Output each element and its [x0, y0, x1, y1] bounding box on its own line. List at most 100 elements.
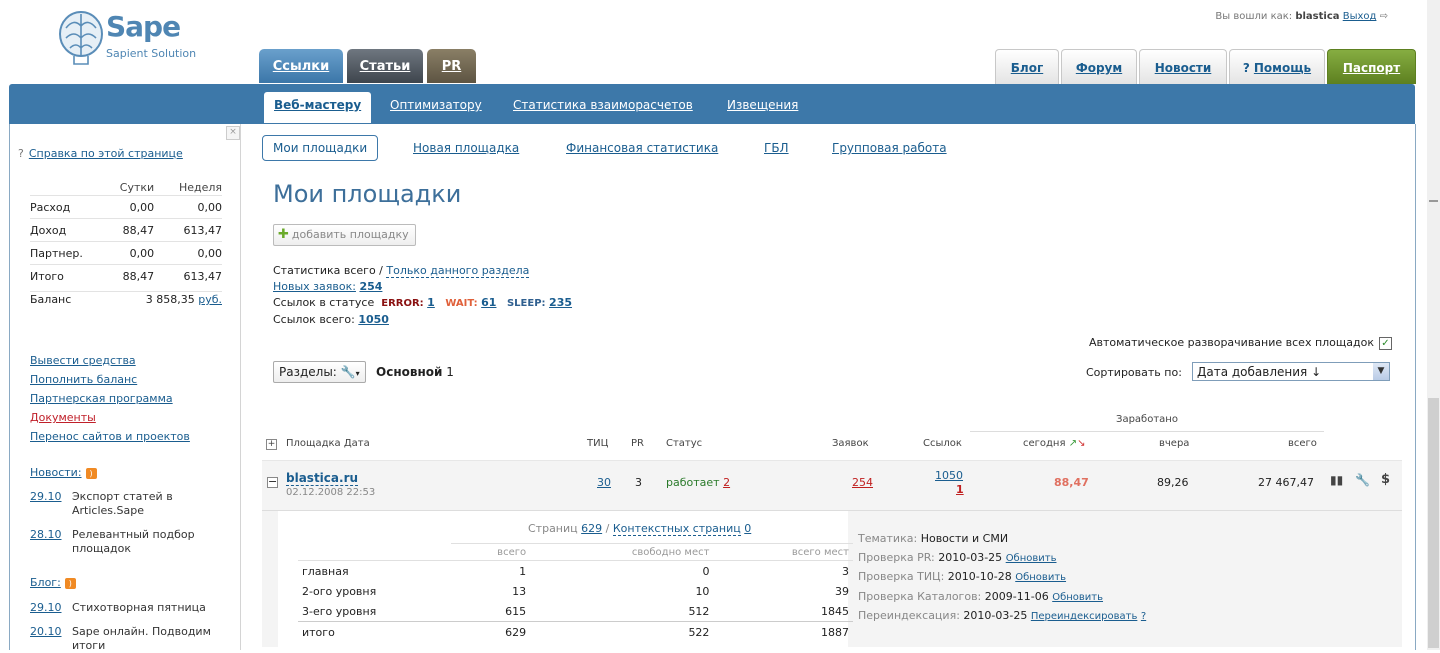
news-title-link[interactable]: Новости: — [30, 466, 82, 479]
col-links[interactable]: Ссылок — [923, 438, 962, 449]
rss-icon[interactable]: ) — [85, 467, 97, 479]
tab-pr[interactable]: PR — [427, 49, 476, 83]
tab-links-label: Ссылки — [272, 59, 330, 74]
pages-summary: Страниц 629 / Контекстных страниц 0 — [528, 522, 752, 536]
sort-label: Сортировать по: — [1086, 366, 1182, 379]
sidebar-collapse-icon[interactable]: × — [226, 126, 240, 140]
wait-count-link[interactable]: 61 — [481, 296, 496, 309]
status-text: работает — [666, 476, 720, 489]
stats-total-label: Статистика всего / — [273, 264, 383, 277]
col-pr[interactable]: PR — [631, 438, 644, 449]
col-status[interactable]: Статус — [666, 438, 702, 449]
subtab-settlements[interactable]: Статистика взаиморасчетов — [513, 98, 693, 112]
error-label: ERROR: — [381, 298, 424, 309]
col-total[interactable]: всего — [1288, 438, 1317, 449]
site-name-link[interactable]: blastica.ru — [286, 471, 359, 486]
wrench-icon[interactable]: 🔧 — [1355, 473, 1370, 487]
dollar-icon[interactable]: $ — [1381, 472, 1390, 487]
reindex-help-link[interactable]: ? — [1141, 611, 1146, 622]
partner-program-link[interactable]: Партнерская программа — [30, 392, 173, 405]
documents-link[interactable]: Документы — [30, 411, 96, 424]
sections-dropdown-button[interactable]: Разделы: 🔧▾ — [273, 361, 366, 383]
rss-icon[interactable]: ) — [64, 577, 76, 589]
withdraw-link[interactable]: Вывести средства — [30, 354, 136, 367]
news-date-link[interactable]: 29.10 — [30, 490, 62, 503]
pages-table: всего свободно мест всего мест главная 1… — [298, 543, 853, 642]
site-tic-link[interactable]: 30 — [597, 476, 611, 489]
scrollbar-thumb[interactable] — [1428, 398, 1439, 648]
balance-stats-table: Сутки Неделя Расход 0,00 0,00 Доход 88,4… — [30, 179, 222, 287]
context-count-link[interactable]: 0 — [744, 522, 751, 535]
tab-financial-stats[interactable]: Финансовая статистика — [566, 141, 718, 155]
stat-row: Партнер. 0,00 0,00 — [30, 241, 222, 265]
stat-label: Партнер. — [30, 241, 100, 265]
site-links-error-link[interactable]: 1 — [956, 483, 964, 496]
auto-expand-checkbox[interactable]: ✓ — [1379, 336, 1392, 350]
error-count-link[interactable]: 1 — [427, 296, 435, 309]
update-tic-link[interactable]: Обновить — [1015, 572, 1066, 583]
stat-week: 613,47 — [154, 264, 222, 287]
tab-news-label: Новости — [1154, 61, 1212, 75]
expand-all-icon[interactable]: + — [266, 439, 277, 450]
links-total-link[interactable]: 1050 — [358, 313, 389, 326]
sort-select[interactable]: Дата добавления ↓ ▼ — [1192, 362, 1390, 381]
col-requests[interactable]: Заявок — [832, 438, 869, 449]
new-requests-value[interactable]: 254 — [359, 280, 382, 293]
balance-value: 3 858,35 — [145, 293, 195, 306]
context-pages-link[interactable]: Контекстных страниц — [612, 522, 741, 536]
table-row-total: итого 629 522 1887 — [298, 621, 853, 642]
subtab-notifications[interactable]: Извещения — [727, 98, 798, 112]
update-catalogs-link[interactable]: Обновить — [1052, 592, 1103, 603]
col-yesterday[interactable]: вчера — [1159, 438, 1189, 449]
new-requests-link[interactable]: Новых заявок: — [273, 280, 356, 293]
table-row: 2-ого уровня 13 10 39 — [298, 581, 853, 601]
site-links-link[interactable]: 1050 — [935, 469, 963, 482]
blog-title-link[interactable]: Блог: — [30, 576, 61, 589]
brain-logo-icon[interactable] — [58, 8, 104, 66]
col-tic[interactable]: ТИЦ — [587, 438, 608, 449]
tab-help[interactable]: ? Помощь — [1229, 49, 1325, 84]
tab-new-site[interactable]: Новая площадка — [413, 141, 519, 155]
news-date-link[interactable]: 28.10 — [30, 528, 62, 541]
stats-section-link[interactable]: Только данного раздела — [386, 264, 530, 278]
collapse-row-icon[interactable]: − — [267, 476, 278, 488]
subtab-webmaster[interactable]: Веб-мастеру — [264, 92, 372, 123]
subtab-optimizer[interactable]: Оптимизатору — [390, 98, 482, 112]
balance-currency-link[interactable]: руб. — [198, 293, 222, 306]
tab-passport-label: Паспорт — [1342, 61, 1401, 75]
site-status: работает 2 — [666, 476, 730, 489]
help-link-row: ? Справка по этой странице — [18, 147, 183, 160]
topup-link[interactable]: Пополнить баланс — [30, 373, 137, 386]
reindex-link[interactable]: Переиндексировать — [1031, 611, 1138, 622]
transfer-sites-link[interactable]: Перенос сайтов и проектов — [30, 430, 190, 443]
tab-passport[interactable]: Паспорт — [1327, 49, 1416, 84]
tab-news[interactable]: Новости — [1139, 49, 1227, 84]
tab-help-label: Помощь — [1253, 61, 1312, 75]
tab-links[interactable]: Ссылки — [259, 49, 343, 83]
update-pr-link[interactable]: Обновить — [1006, 553, 1057, 564]
tab-my-sites[interactable]: Мои площадки — [262, 135, 379, 161]
blog-date-link[interactable]: 29.10 — [30, 601, 62, 614]
pages-count-link[interactable]: 629 — [581, 522, 602, 535]
scrollbar-grip[interactable] — [1429, 200, 1438, 202]
stats-chart-icon[interactable]: ▮▮ — [1330, 473, 1343, 487]
add-site-button[interactable]: ✚ добавить площадку — [273, 224, 416, 246]
blog-date-link[interactable]: 20.10 — [30, 625, 62, 638]
logout-link[interactable]: Выход — [1343, 11, 1377, 22]
sleep-count-link[interactable]: 235 — [549, 296, 572, 309]
tab-blog[interactable]: Блог — [995, 49, 1059, 84]
sidebar-links: Вывести средства Пополнить баланс Партне… — [30, 351, 190, 446]
main-section-name: Основной — [376, 365, 443, 379]
tab-group-work[interactable]: Групповая работа — [832, 141, 947, 155]
col-today[interactable]: сегодня ↗↘ — [1023, 438, 1085, 449]
help-link[interactable]: Справка по этой странице — [29, 147, 183, 160]
stat-row: Расход 0,00 0,00 — [30, 195, 222, 219]
site-requests-link[interactable]: 254 — [852, 476, 873, 489]
tab-articles[interactable]: Статьи — [347, 49, 423, 83]
logo-title[interactable]: Sape — [106, 10, 181, 43]
tab-gbl[interactable]: ГБЛ — [764, 141, 789, 155]
tab-forum[interactable]: Форум — [1061, 49, 1137, 84]
tab-blog-label: Блог — [1010, 61, 1044, 75]
sub-navigation: Веб-мастеру Оптимизатору Статистика взаи… — [9, 84, 1415, 124]
status-count-link[interactable]: 2 — [723, 476, 730, 489]
